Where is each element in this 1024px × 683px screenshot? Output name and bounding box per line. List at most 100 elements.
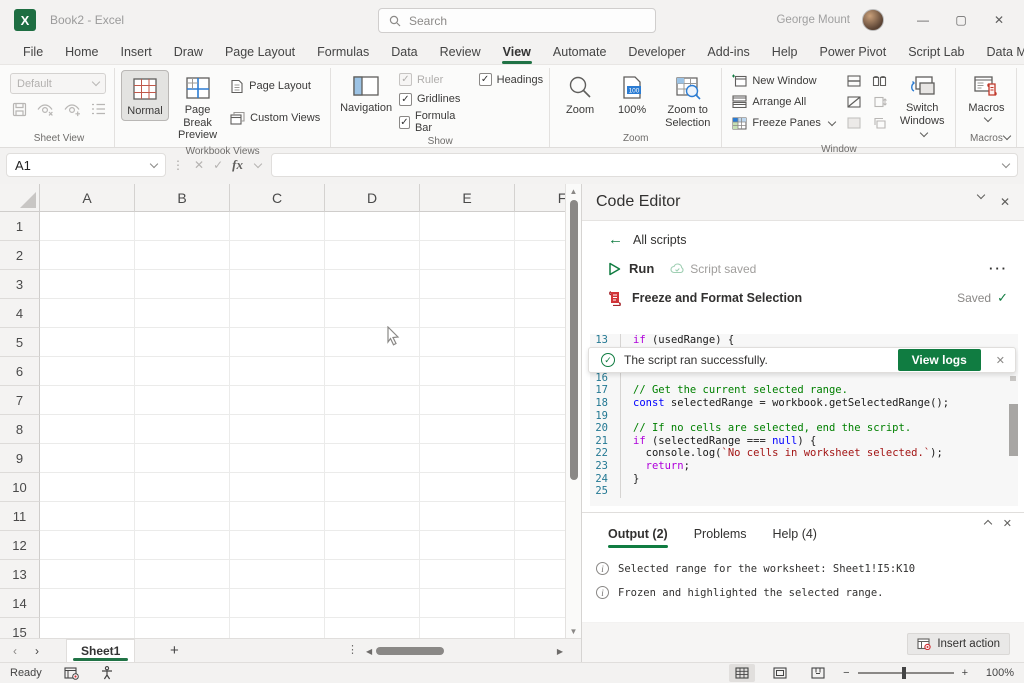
cell-F14[interactable] [515, 589, 565, 618]
row-header-5[interactable]: 5 [0, 328, 40, 357]
cell-A7[interactable] [40, 386, 135, 415]
cell-E14[interactable] [420, 589, 515, 618]
minimize-button[interactable]: — [906, 6, 940, 34]
cell-D5[interactable] [325, 328, 420, 357]
column-header-D[interactable]: D [325, 184, 420, 212]
page-layout-button[interactable]: Page Layout [226, 77, 324, 96]
insert-action-button[interactable]: Insert action [907, 633, 1010, 655]
user-avatar[interactable] [862, 9, 884, 31]
cell-F2[interactable] [515, 241, 565, 270]
scroll-left-icon[interactable]: ◀ [366, 647, 372, 656]
vertical-scroll-thumb[interactable] [570, 200, 578, 480]
view-logs-button[interactable]: View logs [898, 349, 981, 371]
row-header-12[interactable]: 12 [0, 531, 40, 560]
zoom-out-icon[interactable]: − [843, 667, 849, 679]
zoom-to-selection-button[interactable]: Zoom to Selection [660, 70, 715, 131]
cell-E4[interactable] [420, 299, 515, 328]
cell-C13[interactable] [230, 560, 325, 589]
cell-C15[interactable] [230, 618, 325, 638]
zoom-percentage[interactable]: 100% [980, 667, 1014, 679]
cell-F4[interactable] [515, 299, 565, 328]
row-header-14[interactable]: 14 [0, 589, 40, 618]
cell-F7[interactable] [515, 386, 565, 415]
checkbox-gridlines[interactable]: ✓Gridlines [399, 93, 465, 106]
cell-C11[interactable] [230, 502, 325, 531]
cell-E7[interactable] [420, 386, 515, 415]
zoom-slider-thumb[interactable] [902, 667, 906, 679]
sheet-tab-sheet1[interactable]: Sheet1 [66, 639, 135, 662]
cell-C1[interactable] [230, 212, 325, 241]
cell-F13[interactable] [515, 560, 565, 589]
scroll-up-icon[interactable]: ▲ [566, 184, 581, 198]
row-header-13[interactable]: 13 [0, 560, 40, 589]
ribbon-tab-view[interactable]: View [492, 42, 542, 64]
checkbox-formula-bar[interactable]: ✓Formula Bar [399, 110, 465, 134]
cell-A12[interactable] [40, 531, 135, 560]
cell-F10[interactable] [515, 473, 565, 502]
cell-B9[interactable] [135, 444, 230, 473]
ribbon-tab-script-lab[interactable]: Script Lab [897, 42, 975, 64]
cell-C6[interactable] [230, 357, 325, 386]
cell-A2[interactable] [40, 241, 135, 270]
cell-E11[interactable] [420, 502, 515, 531]
cell-D3[interactable] [325, 270, 420, 299]
ribbon-tab-developer[interactable]: Developer [617, 42, 696, 64]
select-all-corner[interactable] [0, 184, 40, 212]
cell-A14[interactable] [40, 589, 135, 618]
row-header-7[interactable]: 7 [0, 386, 40, 415]
enter-icon[interactable]: ✓ [213, 158, 223, 172]
tabbar-options-icon[interactable]: ⋮ [347, 643, 358, 656]
cell-C10[interactable] [230, 473, 325, 502]
checkbox-ruler[interactable]: ✓Ruler [399, 73, 465, 86]
page-layout-statusbar-button[interactable] [767, 664, 793, 682]
cell-A11[interactable] [40, 502, 135, 531]
cell-C8[interactable] [230, 415, 325, 444]
row-header-3[interactable]: 3 [0, 270, 40, 299]
cell-A6[interactable] [40, 357, 135, 386]
cell-B6[interactable] [135, 357, 230, 386]
tab-output[interactable]: Output (2) [608, 527, 668, 548]
cancel-icon[interactable]: ✕ [194, 158, 204, 172]
cell-F8[interactable] [515, 415, 565, 444]
cell-E2[interactable] [420, 241, 515, 270]
column-header-A[interactable]: A [40, 184, 135, 212]
switch-windows-button[interactable]: Switch Windows [895, 70, 950, 142]
unhide-button[interactable] [843, 114, 865, 132]
tab-problems[interactable]: Problems [694, 527, 747, 548]
cell-D12[interactable] [325, 531, 420, 560]
cell-D13[interactable] [325, 560, 420, 589]
cell-E13[interactable] [420, 560, 515, 589]
ribbon-tab-review[interactable]: Review [429, 42, 492, 64]
worksheet-grid[interactable]: ABCDEF 123456789101112131415 ▲ ▼ [0, 184, 581, 638]
column-header-E[interactable]: E [420, 184, 515, 212]
cell-E15[interactable] [420, 618, 515, 638]
freeze-panes-button[interactable]: Freeze Panes [728, 115, 838, 132]
cell-A15[interactable] [40, 618, 135, 638]
cell-F11[interactable] [515, 502, 565, 531]
cell-A3[interactable] [40, 270, 135, 299]
zoom-slider[interactable]: − + [843, 667, 968, 679]
panel-close-icon[interactable]: ✕ [1000, 195, 1010, 209]
cell-B3[interactable] [135, 270, 230, 299]
next-sheet-icon[interactable]: › [26, 644, 48, 658]
cell-E8[interactable] [420, 415, 515, 444]
horizontal-scrollbar[interactable]: ◀ ▶ [366, 646, 563, 656]
cell-D10[interactable] [325, 473, 420, 502]
cell-B11[interactable] [135, 502, 230, 531]
cell-E6[interactable] [420, 357, 515, 386]
name-box-splitter[interactable]: ⋮ [172, 158, 184, 172]
cell-A9[interactable] [40, 444, 135, 473]
output-close-icon[interactable]: ✕ [1003, 517, 1012, 530]
cell-D6[interactable] [325, 357, 420, 386]
arrange-all-button[interactable]: Arrange All [728, 93, 838, 110]
add-sheet-button[interactable]: + [161, 642, 187, 659]
hide-button[interactable] [843, 93, 865, 111]
panel-collapse-icon[interactable] [977, 191, 985, 199]
normal-view-button[interactable]: Normal [121, 70, 169, 121]
cell-E1[interactable] [420, 212, 515, 241]
normal-view-statusbar-button[interactable] [729, 664, 755, 682]
ribbon-tab-file[interactable]: File [12, 42, 54, 64]
view-side-by-side-button[interactable] [869, 72, 891, 90]
scroll-down-icon[interactable]: ▼ [566, 624, 581, 638]
cell-B4[interactable] [135, 299, 230, 328]
